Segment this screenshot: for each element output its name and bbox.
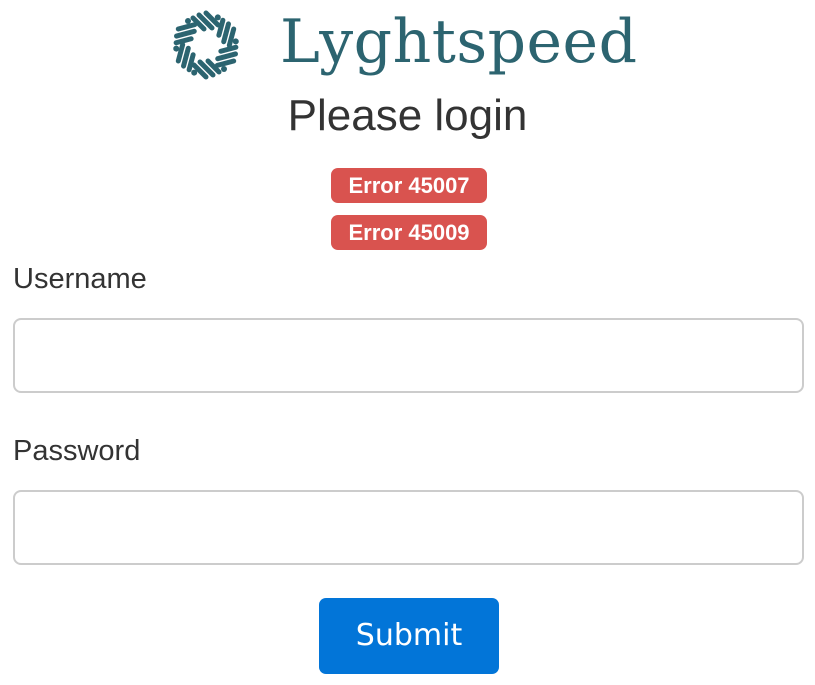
circuit-ring-logo-icon	[173, 10, 239, 80]
page-title: Please login	[287, 91, 528, 140]
username-label: Username	[13, 263, 147, 295]
error-badge: Error 45009	[331, 215, 487, 250]
password-label: Password	[13, 435, 141, 467]
brand-logo: Lyghtspeed	[166, 4, 637, 86]
brand-name: Lyghtspeed	[280, 7, 638, 77]
login-page: Lyghtspeed Please login Error 45007 Erro…	[0, 0, 815, 685]
username-input[interactable]	[13, 318, 804, 393]
password-input[interactable]	[13, 490, 804, 565]
submit-button[interactable]: Submit	[319, 598, 499, 674]
error-badge: Error 45007	[331, 168, 487, 203]
